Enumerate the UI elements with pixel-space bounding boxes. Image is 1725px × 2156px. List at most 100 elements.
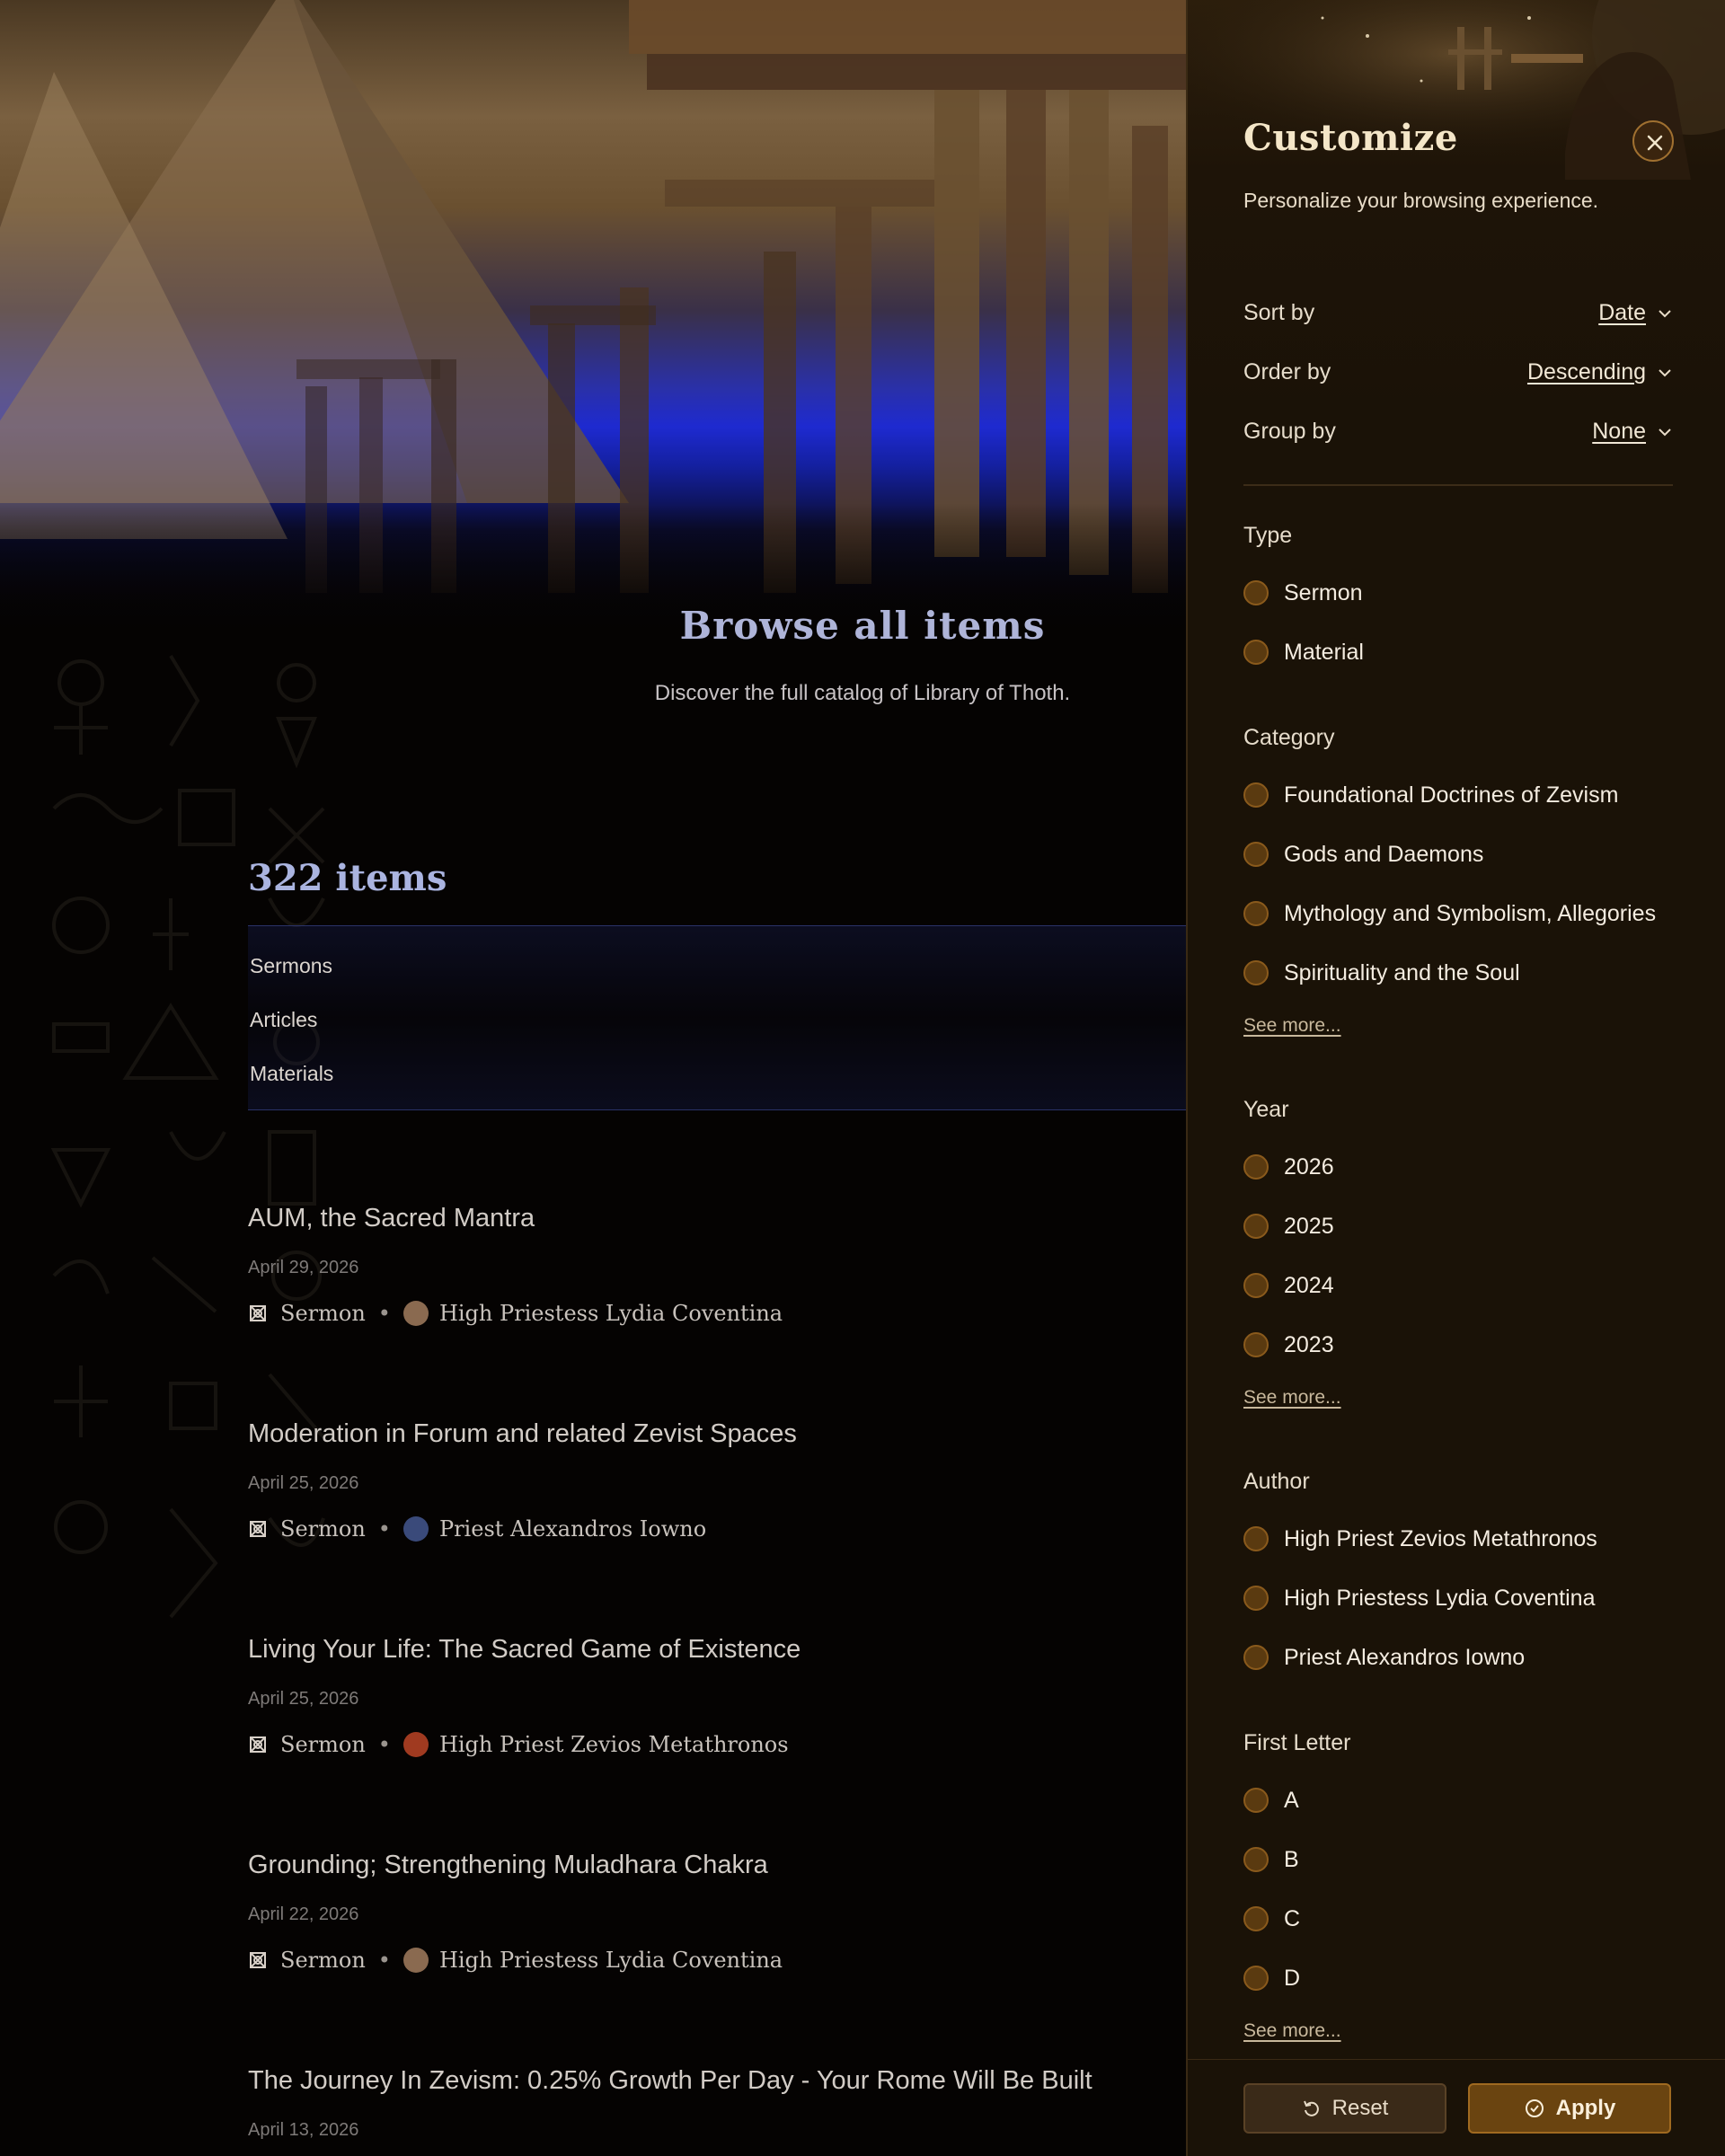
group-by-control: Group by None: [1243, 415, 1675, 451]
chevron-down-icon[interactable]: [1657, 307, 1673, 320]
symbol-icon: [250, 1736, 266, 1753]
author-heading: Author: [1243, 1469, 1310, 1494]
item-author[interactable]: High Priest Zevios Metathronos: [439, 1732, 789, 1757]
year-heading: Year: [1243, 1097, 1289, 1122]
item-meta: Sermon • High Priestess Lydia Coventina: [248, 1948, 783, 1973]
item-meta: Sermon • High Priestess Lydia Coventina: [248, 1301, 783, 1326]
item-title[interactable]: Moderation in Forum and related Zevist S…: [248, 1419, 1182, 1449]
tab-articles[interactable]: Articles: [250, 1008, 317, 1032]
page-subtitle: Discover the full catalog of Library of …: [654, 681, 1071, 705]
filter-author-zevios[interactable]: High Priest Zevios Metathronos: [1243, 1524, 1597, 1554]
section-divider: [1243, 484, 1673, 486]
avatar: [402, 1301, 429, 1326]
order-by-control: Order by Descending: [1243, 356, 1675, 392]
checkbox[interactable]: [1243, 1645, 1269, 1670]
item-author[interactable]: Priest Alexandros Iowno: [439, 1516, 706, 1542]
panel-title: Customize: [1243, 117, 1458, 159]
checkbox[interactable]: [1243, 901, 1269, 926]
order-by-select[interactable]: Descending: [1527, 359, 1646, 385]
apply-button[interactable]: Apply: [1468, 2083, 1671, 2134]
filter-year-2025[interactable]: 2025: [1243, 1211, 1334, 1241]
checkbox[interactable]: [1243, 960, 1269, 985]
tab-sermons[interactable]: Sermons: [250, 954, 332, 978]
checkbox[interactable]: [1243, 1154, 1269, 1180]
item-meta: Sermon • Priest Alexandros Iowno: [248, 1516, 706, 1542]
checkbox[interactable]: [1243, 1788, 1269, 1813]
filter-year-2026[interactable]: 2026: [1243, 1152, 1334, 1182]
list-item[interactable]: AUM, the Sacred Mantra April 29, 2026 Se…: [248, 1204, 1182, 1326]
item-author[interactable]: High Priestess Lydia Coventina: [439, 1948, 783, 1973]
meta-separator: •: [377, 1301, 391, 1326]
item-meta: Sermon • High Priest Zevios Metathronos: [248, 1732, 789, 1757]
reset-icon: [1303, 2100, 1319, 2116]
symbol-icon: [250, 1305, 266, 1321]
checkbox[interactable]: [1243, 782, 1269, 808]
filter-category-foundational[interactable]: Foundational Doctrines of Zevism: [1243, 780, 1618, 810]
filter-letter-a[interactable]: A: [1243, 1785, 1299, 1816]
avatar: [402, 1948, 429, 1973]
checkbox[interactable]: [1243, 1966, 1269, 1991]
group-by-select[interactable]: None: [1592, 419, 1646, 445]
checkbox[interactable]: [1243, 1847, 1269, 1872]
checkbox[interactable]: [1243, 1906, 1269, 1931]
checkbox[interactable]: [1243, 580, 1269, 605]
filter-letter-d[interactable]: D: [1243, 1963, 1300, 1993]
filter-letter-b[interactable]: B: [1243, 1844, 1299, 1875]
filter-type-material[interactable]: Material: [1243, 637, 1364, 667]
checkbox[interactable]: [1243, 1214, 1269, 1239]
checkbox[interactable]: [1243, 640, 1269, 665]
customize-panel: Customize Personalize your browsing expe…: [1186, 0, 1725, 2156]
tab-materials[interactable]: Materials: [250, 1062, 333, 1086]
filter-category-gods[interactable]: Gods and Daemons: [1243, 839, 1483, 870]
item-type: Sermon: [280, 1301, 366, 1326]
order-by-label: Order by: [1243, 359, 1331, 384]
filter-letter-c[interactable]: C: [1243, 1904, 1300, 1934]
item-date: April 29, 2026: [248, 1258, 359, 1277]
item-author[interactable]: High Priestess Lydia Coventina: [439, 1301, 783, 1326]
page-title: Browse all items: [679, 604, 1046, 648]
chevron-down-icon[interactable]: [1657, 426, 1673, 438]
meta-separator: •: [377, 1948, 391, 1973]
item-count: 322 items: [248, 857, 447, 899]
close-button[interactable]: [1632, 120, 1674, 162]
meta-separator: •: [377, 1732, 391, 1757]
checkbox[interactable]: [1243, 1586, 1269, 1611]
item-title[interactable]: AUM, the Sacred Mantra: [248, 1204, 1182, 1233]
filter-category-spirituality[interactable]: Spirituality and the Soul: [1243, 958, 1520, 988]
list-item[interactable]: Moderation in Forum and related Zevist S…: [248, 1419, 1182, 1542]
item-type: Sermon: [280, 1516, 366, 1542]
list-item[interactable]: The Journey In Zevism: 0.25% Growth Per …: [248, 2066, 1182, 2140]
category-see-more-link[interactable]: See more...: [1243, 1015, 1341, 1037]
chevron-down-icon[interactable]: [1657, 367, 1673, 379]
item-type: Sermon: [280, 1732, 366, 1757]
reset-button[interactable]: Reset: [1243, 2083, 1446, 2134]
meta-separator: •: [377, 1516, 391, 1542]
checkbox[interactable]: [1243, 842, 1269, 867]
item-type: Sermon: [280, 1948, 366, 1973]
sort-by-label: Sort by: [1243, 300, 1315, 325]
item-date: April 22, 2026: [248, 1904, 359, 1924]
checkbox[interactable]: [1243, 1332, 1269, 1357]
filter-year-2023[interactable]: 2023: [1243, 1330, 1334, 1360]
sort-by-select[interactable]: Date: [1598, 300, 1646, 326]
item-title[interactable]: The Journey In Zevism: 0.25% Growth Per …: [248, 2066, 1182, 2096]
item-date: April 13, 2026: [248, 2120, 359, 2140]
reset-label: Reset: [1331, 2096, 1389, 2120]
checkbox[interactable]: [1243, 1273, 1269, 1298]
first-letter-see-more-link[interactable]: See more...: [1243, 2020, 1341, 2042]
item-date: April 25, 2026: [248, 1473, 359, 1493]
filter-year-2024[interactable]: 2024: [1243, 1270, 1334, 1301]
filter-category-mythology[interactable]: Mythology and Symbolism, Allegories: [1243, 898, 1656, 929]
list-item[interactable]: Grounding; Strengthening Muladhara Chakr…: [248, 1851, 1182, 1973]
check-circle-icon: [1525, 2099, 1544, 2117]
filter-author-alexandros[interactable]: Priest Alexandros Iowno: [1243, 1642, 1525, 1673]
filter-type-sermon[interactable]: Sermon: [1243, 578, 1363, 608]
type-heading: Type: [1243, 523, 1293, 548]
symbol-icon: [250, 1952, 266, 1968]
year-see-more-link[interactable]: See more...: [1243, 1387, 1341, 1409]
filter-author-lydia[interactable]: High Priestess Lydia Coventina: [1243, 1583, 1595, 1613]
checkbox[interactable]: [1243, 1526, 1269, 1551]
list-item[interactable]: Living Your Life: The Sacred Game of Exi…: [248, 1635, 1182, 1757]
item-title[interactable]: Grounding; Strengthening Muladhara Chakr…: [248, 1851, 1182, 1880]
item-title[interactable]: Living Your Life: The Sacred Game of Exi…: [248, 1635, 1182, 1665]
